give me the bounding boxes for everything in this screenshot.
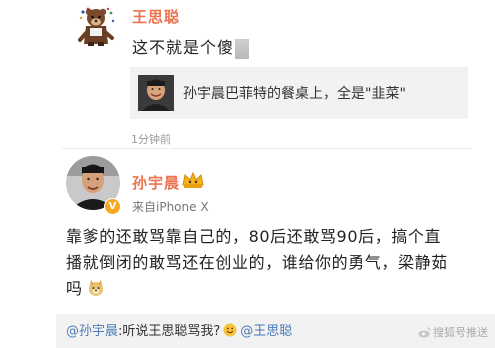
watermark-text: 搜狐号推送 xyxy=(433,326,488,339)
doge-emoji-icon xyxy=(88,280,103,296)
watermark: 搜狐号推送 xyxy=(418,324,488,340)
divider xyxy=(62,148,472,149)
mention-sun[interactable]: @孙宇晨 xyxy=(66,324,118,339)
repost-text: :听说王思聪骂我? xyxy=(118,324,221,339)
reply-avatar[interactable] xyxy=(74,4,118,48)
post-text-line-3-words: 吗 xyxy=(66,279,83,298)
smile-emoji-icon xyxy=(223,323,237,337)
repost-comment: @孙宇晨:听说王思聪骂我? @王思聪 xyxy=(66,320,292,339)
post-text-line-1: 靠爹的还敢骂靠自己的，80后还敢骂90后，搞个直 xyxy=(66,227,442,246)
quoted-article-card[interactable]: 孙宇晨巴菲特的餐桌上，全是"韭菜" xyxy=(130,67,468,119)
reply-author-name[interactable]: 王思聪 xyxy=(132,6,180,27)
censor-blur xyxy=(235,38,250,59)
post-text-line-2: 播就倒闭的敢骂还在创业的，谁给你的勇气，梁静茹 xyxy=(66,253,448,272)
quoted-article-title: 孙宇晨巴菲特的餐桌上，全是"韭菜" xyxy=(183,86,406,102)
reply-timestamp: 1分钟前 xyxy=(131,133,171,146)
post-source: 来自iPhone X xyxy=(132,200,209,214)
post-body: 靠爹的还敢骂靠自己的，80后还敢骂90后，搞个直 播就倒闭的敢骂还在创业的，谁给… xyxy=(66,224,484,302)
article-thumbnail xyxy=(138,75,174,111)
weibo-logo-icon xyxy=(418,326,431,337)
mention-wang[interactable]: @王思聪 xyxy=(240,324,292,339)
reply-comment-words: 这不就是个傻 xyxy=(132,38,235,57)
crown-level-icon xyxy=(182,171,204,188)
post-text-line-3: 吗 xyxy=(66,276,484,302)
reply-comment-text: 这不就是个傻 xyxy=(132,34,250,59)
verified-badge-icon: V xyxy=(104,198,121,215)
post-author-name[interactable]: 孙宇晨 xyxy=(132,172,180,193)
